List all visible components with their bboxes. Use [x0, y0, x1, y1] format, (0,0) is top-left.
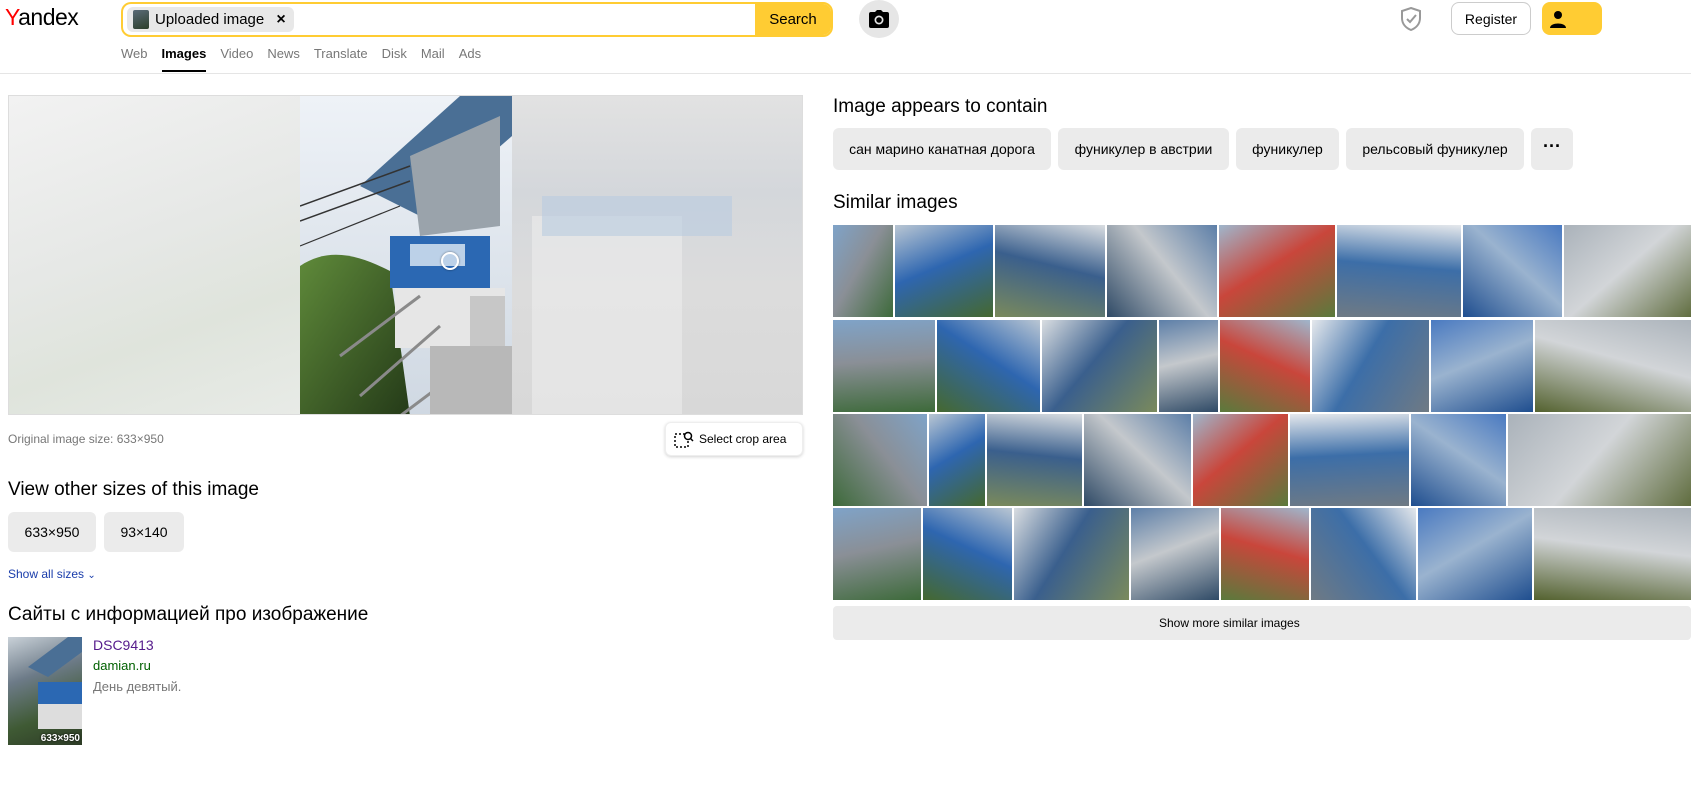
tab-news[interactable]: News	[267, 46, 300, 61]
close-icon[interactable]: ×	[276, 11, 285, 28]
image-viewer[interactable]	[8, 95, 803, 415]
crop-button-label: Select crop area	[699, 432, 787, 446]
similar-image-thumbnail[interactable]	[1219, 225, 1335, 317]
site-description: День девятый.	[93, 679, 182, 694]
tab-web[interactable]: Web	[121, 46, 148, 61]
similar-image-thumbnail[interactable]	[1014, 508, 1129, 600]
tag-chip[interactable]: фуникулер в австрии	[1058, 128, 1229, 170]
similar-image-thumbnail[interactable]	[937, 320, 1040, 412]
tab-video[interactable]: Video	[220, 46, 253, 61]
similar-image-thumbnail[interactable]	[895, 225, 993, 317]
tag-chip[interactable]: фуникулер	[1236, 128, 1339, 170]
similar-image-thumbnail[interactable]	[1463, 225, 1562, 317]
service-nav: Web Images Video News Translate Disk Mai…	[121, 46, 481, 72]
uploaded-image-thumbnail	[133, 10, 149, 29]
shield-icon[interactable]	[1400, 7, 1422, 31]
similar-image-thumbnail[interactable]	[1107, 225, 1217, 317]
tab-mail[interactable]: Mail	[421, 46, 445, 61]
header-divider	[0, 73, 1691, 74]
similar-image-thumbnail[interactable]	[1431, 320, 1533, 412]
search-bar[interactable]: Uploaded image × Search	[121, 2, 833, 37]
similar-image-thumbnail[interactable]	[1311, 508, 1416, 600]
show-all-sizes-link[interactable]: Show all sizes ⌄	[8, 567, 96, 581]
similar-image-thumbnail[interactable]	[1312, 320, 1429, 412]
tab-translate[interactable]: Translate	[314, 46, 368, 61]
site-title-link[interactable]: DSC9413	[93, 637, 154, 653]
original-image-size: Original image size: 633×950	[8, 432, 164, 446]
similar-image-thumbnail[interactable]	[987, 414, 1082, 506]
similar-image-thumbnail[interactable]	[833, 320, 935, 412]
similar-image-thumbnail[interactable]	[1564, 225, 1691, 317]
select-crop-area-button[interactable]: Select crop area	[665, 422, 803, 456]
user-icon	[1550, 11, 1566, 28]
uploaded-photo	[300, 96, 512, 414]
similar-image-thumbnail[interactable]	[1042, 320, 1157, 412]
site-domain-link[interactable]: damian.ru	[93, 658, 151, 673]
blurred-background-right	[512, 96, 802, 414]
similar-image-thumbnail[interactable]	[1221, 508, 1309, 600]
tag-chip[interactable]: сан марино канатная дорога	[833, 128, 1051, 170]
similar-image-thumbnail[interactable]	[833, 225, 893, 317]
thumbnail-size-label: 633×950	[40, 733, 80, 744]
similar-image-thumbnail[interactable]	[1337, 225, 1461, 317]
size-option[interactable]: 633×950	[8, 512, 96, 552]
similar-image-thumbnail[interactable]	[923, 508, 1012, 600]
similar-image-thumbnail[interactable]	[995, 225, 1105, 317]
similar-image-thumbnail[interactable]	[1508, 414, 1691, 506]
size-option[interactable]: 93×140	[104, 512, 184, 552]
similar-image-thumbnail[interactable]	[929, 414, 985, 506]
tab-images[interactable]: Images	[161, 46, 206, 72]
login-button[interactable]	[1542, 2, 1602, 35]
similar-image-thumbnail[interactable]	[1159, 320, 1218, 412]
similar-image-thumbnail[interactable]	[1290, 414, 1409, 506]
similar-images-grid	[833, 225, 1691, 600]
similar-images-title: Similar images	[833, 192, 958, 213]
ellipsis-icon: ···	[1543, 136, 1561, 156]
blurred-background-left	[9, 96, 300, 414]
similar-image-thumbnail[interactable]	[1193, 414, 1288, 506]
sites-title: Сайты с информацией про изображение	[8, 604, 369, 625]
logo-text: andex	[18, 4, 79, 30]
similar-image-thumbnail[interactable]	[1131, 508, 1219, 600]
similar-image-thumbnail[interactable]	[833, 508, 921, 600]
similar-image-thumbnail[interactable]	[1411, 414, 1506, 506]
tab-ads[interactable]: Ads	[459, 46, 481, 61]
show-more-similar-button[interactable]: Show more similar images	[833, 606, 1691, 640]
uploaded-image-chip[interactable]: Uploaded image ×	[127, 7, 294, 32]
show-all-label: Show all sizes	[8, 567, 85, 581]
crop-handle[interactable]	[441, 252, 459, 270]
similar-image-thumbnail[interactable]	[1418, 508, 1532, 600]
camera-button[interactable]	[859, 0, 899, 38]
more-tags-button[interactable]: ···	[1531, 128, 1573, 170]
similar-image-thumbnail[interactable]	[1220, 320, 1310, 412]
chevron-down-icon: ⌄	[87, 570, 96, 581]
other-sizes-title: View other sizes of this image	[8, 479, 259, 500]
similar-image-thumbnail[interactable]	[833, 414, 927, 506]
crop-icon	[674, 431, 694, 448]
camera-icon	[869, 10, 889, 28]
similar-image-thumbnail[interactable]	[1534, 508, 1691, 600]
search-button[interactable]: Search	[755, 4, 831, 35]
tag-chip[interactable]: рельсовый фуникулер	[1346, 128, 1524, 170]
tags-title: Image appears to contain	[833, 96, 1048, 117]
similar-image-thumbnail[interactable]	[1535, 320, 1691, 412]
register-button[interactable]: Register	[1451, 2, 1531, 35]
tab-disk[interactable]: Disk	[382, 46, 407, 61]
site-thumbnail[interactable]: 633×950	[8, 637, 82, 745]
chip-label: Uploaded image	[155, 11, 265, 28]
similar-image-thumbnail[interactable]	[1084, 414, 1191, 506]
yandex-logo[interactable]: Yandex	[5, 4, 79, 31]
